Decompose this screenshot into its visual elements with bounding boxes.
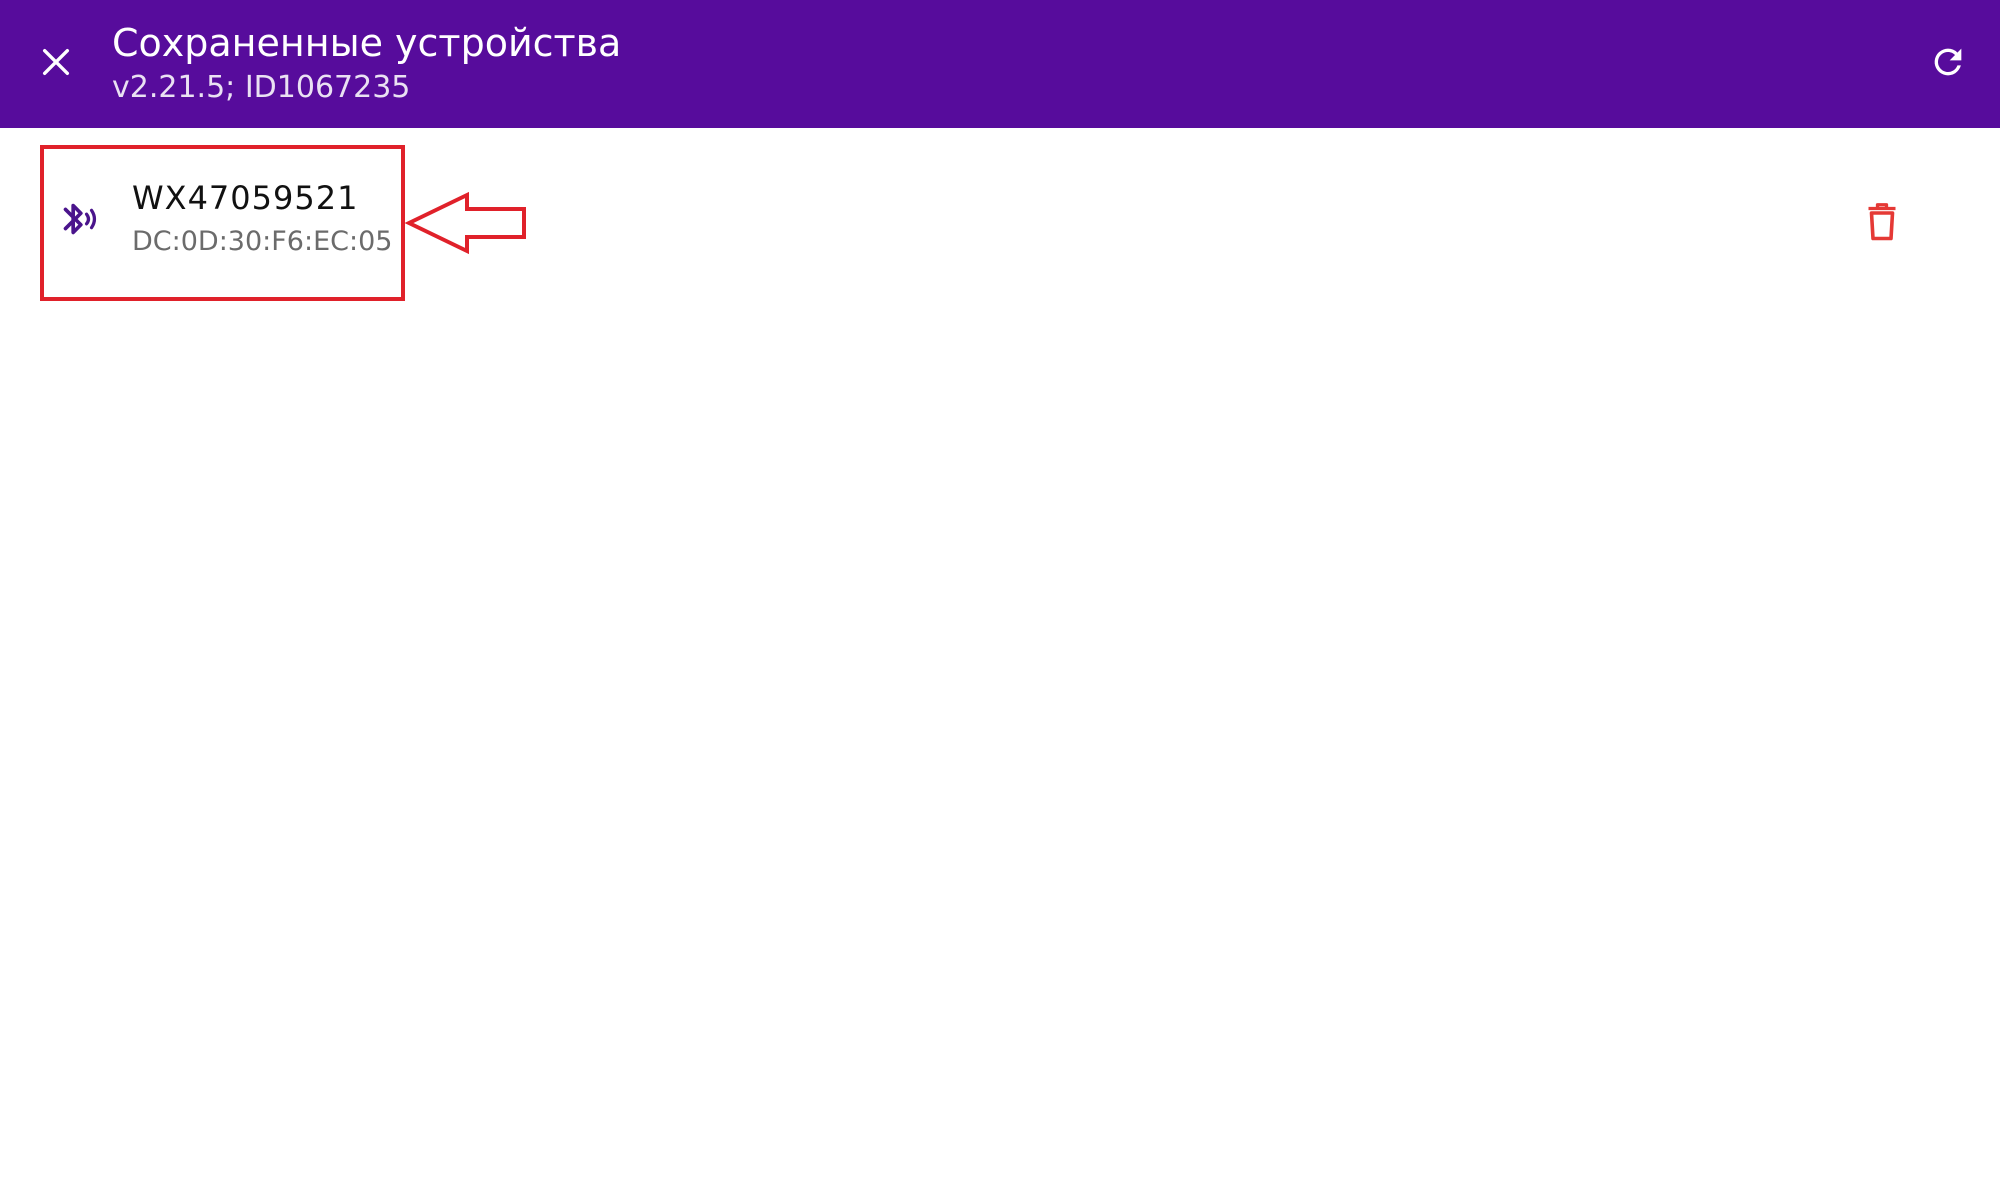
device-name: WX47059521	[132, 179, 359, 217]
app-bar: Сохраненные устройства v2.21.5; ID106723…	[0, 0, 2000, 128]
refresh-button[interactable]	[1916, 30, 1980, 94]
device-mac-address: DC:0D:30:F6:EC:05	[132, 226, 393, 257]
page-title: Сохраненные устройства	[112, 21, 622, 65]
close-icon	[42, 48, 70, 76]
bluetooth-connected-icon	[63, 203, 97, 235]
delete-device-button[interactable]	[1850, 190, 1914, 254]
title-block: Сохраненные устройства v2.21.5; ID106723…	[112, 18, 621, 108]
refresh-icon	[1934, 48, 1962, 76]
close-button[interactable]	[24, 30, 88, 94]
delete-icon	[1868, 203, 1896, 241]
version-subtitle: v2.21.5; ID1067235	[112, 70, 411, 105]
